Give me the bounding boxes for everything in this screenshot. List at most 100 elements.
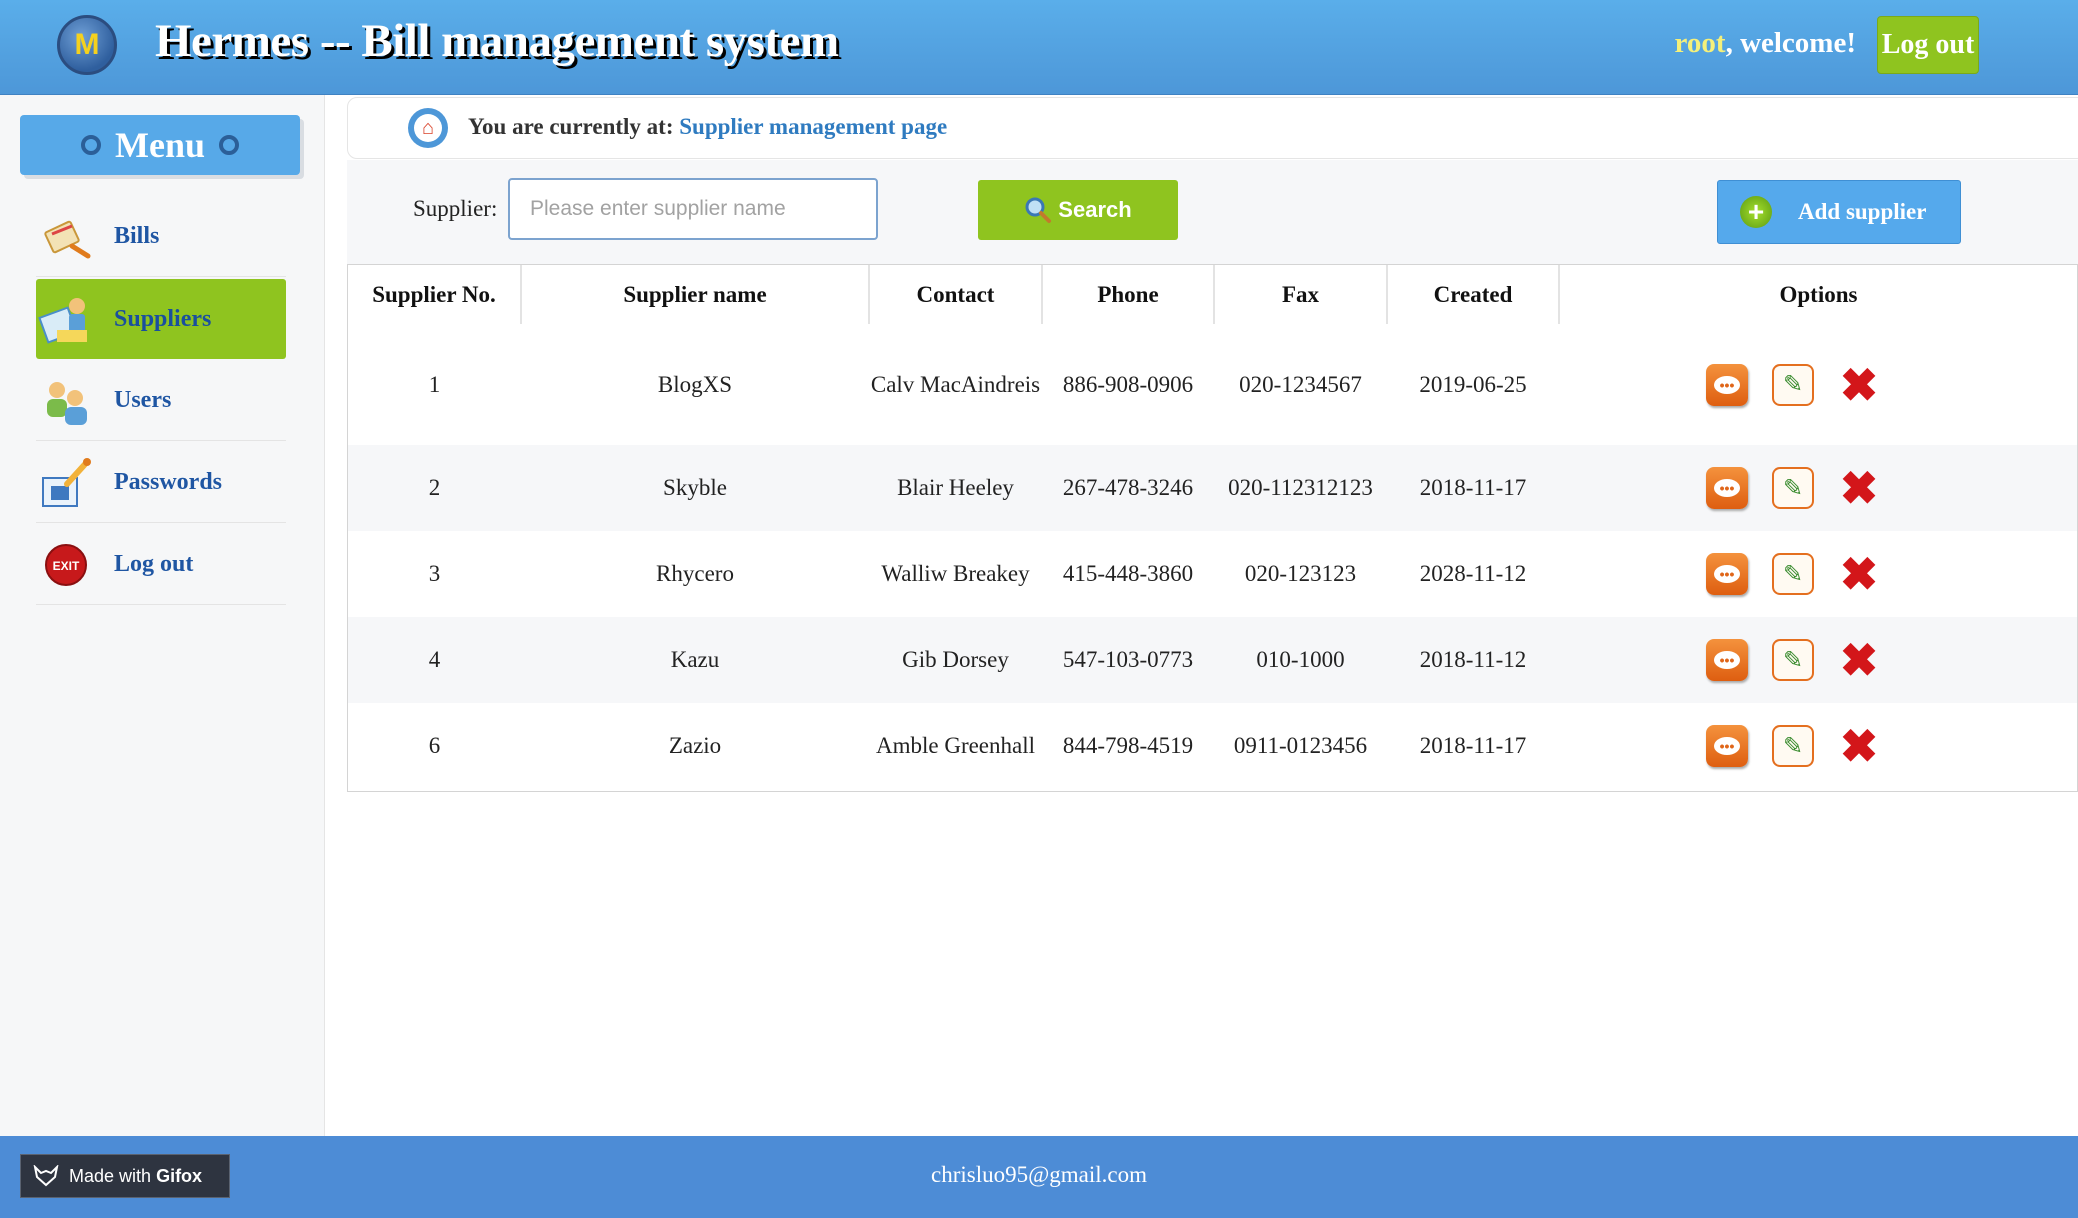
column-header: Contact: [869, 265, 1043, 324]
passwords-icon: [36, 453, 96, 513]
column-header: Supplier No.: [348, 265, 522, 324]
sidebar-item-label: Passwords: [114, 469, 223, 495]
supplier-no-cell: 2: [348, 445, 521, 531]
breadcrumb-prefix: You are currently at:: [468, 114, 674, 139]
edit-button[interactable]: ✎: [1772, 467, 1814, 509]
phone-cell: 886-908-0906: [1042, 324, 1214, 445]
sidebar-item-label: Log out: [114, 551, 194, 577]
sidebar-item-users[interactable]: Users: [36, 361, 286, 441]
sidebar-item-label: Users: [114, 387, 172, 413]
options-cell: ••• ✎ ✖: [1559, 531, 2077, 617]
view-button[interactable]: •••: [1706, 467, 1748, 509]
delete-button[interactable]: ✖: [1838, 634, 1880, 686]
add-supplier-label: Add supplier: [1798, 199, 1927, 224]
row-actions: ••• ✎ ✖: [1559, 548, 2077, 600]
column-header: Options: [1559, 265, 2077, 324]
delete-button[interactable]: ✖: [1838, 720, 1880, 772]
pencil-icon: ✎: [1782, 733, 1804, 760]
view-button[interactable]: •••: [1706, 553, 1748, 595]
menu-dot-left: [81, 135, 101, 155]
search-button[interactable]: Search: [978, 180, 1178, 240]
app-logo: M: [57, 15, 117, 75]
app-title: Hermes -- Bill management system: [155, 15, 839, 67]
fax-cell: 020-112312123: [1214, 445, 1387, 531]
fax-cell: 0911-0123456: [1214, 703, 1387, 789]
delete-button[interactable]: ✖: [1838, 462, 1880, 514]
created-cell: 2018-11-17: [1387, 703, 1559, 789]
column-header: Phone: [1042, 265, 1215, 324]
delete-button[interactable]: ✖: [1838, 358, 1880, 411]
fax-cell: 020-123123: [1214, 531, 1387, 617]
edit-button[interactable]: ✎: [1772, 639, 1814, 681]
pencil-icon: ✎: [1782, 647, 1804, 674]
pencil-icon: ✎: [1782, 561, 1804, 588]
supplier-name-cell: BlogXS: [521, 324, 869, 445]
chat-bubble-icon: •••: [1714, 737, 1740, 755]
menu-title: Menu: [115, 125, 205, 165]
supplier-name-cell: Zazio: [521, 703, 869, 789]
add-supplier-button[interactable]: + Add supplier: [1717, 180, 1961, 244]
column-header: Supplier name: [521, 265, 870, 324]
table-row: 1 BlogXS Calv MacAindreis 886-908-0906 020-1…: [348, 324, 2077, 445]
supplier-table: Supplier No. Supplier name Contact Phone…: [347, 264, 2078, 792]
supplier-name-cell: Rhycero: [521, 531, 869, 617]
plus-icon: +: [1740, 196, 1772, 228]
supplier-search-label: Supplier:: [413, 196, 498, 221]
table-row: 4 Kazu Gib Dorsey 547-103-0773 010-1000 2018-…: [348, 617, 2077, 703]
sidebar-item-label: Bills: [114, 223, 160, 249]
row-actions: ••• ✎ ✖: [1559, 634, 2077, 686]
options-cell: ••• ✎ ✖: [1559, 445, 2077, 531]
search-button-label: Search: [1058, 197, 1132, 222]
sidebar-item-suppliers[interactable]: Suppliers: [36, 279, 286, 359]
table-row: 3 Rhycero Walliw Breakey 415-448-3860 020-12…: [348, 531, 2077, 617]
supplier-name-cell: Kazu: [521, 617, 869, 703]
exit-icon: EXIT: [36, 535, 96, 595]
delete-x-icon: ✖: [1839, 548, 1879, 600]
phone-cell: 267-478-3246: [1042, 445, 1214, 531]
contact-cell: Walliw Breakey: [869, 531, 1042, 617]
delete-x-icon: ✖: [1839, 462, 1879, 514]
chat-bubble-icon: •••: [1714, 565, 1740, 583]
view-button[interactable]: •••: [1706, 639, 1748, 681]
view-button[interactable]: •••: [1706, 363, 1748, 406]
row-actions: ••• ✎ ✖: [1559, 720, 2077, 772]
home-icon[interactable]: ⌂: [408, 108, 448, 148]
breadcrumb-text: You are currently at: Supplier managemen…: [468, 114, 947, 140]
pencil-icon: ✎: [1782, 475, 1804, 502]
fax-cell: 020-1234567: [1214, 324, 1387, 445]
sidebar-item-bills[interactable]: Bills: [36, 197, 286, 277]
suppliers-icon: [36, 289, 96, 349]
users-icon: [36, 371, 96, 431]
phone-cell: 415-448-3860: [1042, 531, 1214, 617]
breadcrumb-current-page[interactable]: Supplier management page: [679, 114, 947, 139]
column-header: Created: [1387, 265, 1560, 324]
edit-button[interactable]: ✎: [1772, 363, 1814, 406]
phone-cell: 844-798-4519: [1042, 703, 1214, 789]
delete-x-icon: ✖: [1839, 634, 1879, 686]
edit-button[interactable]: ✎: [1772, 725, 1814, 767]
fax-cell: 010-1000: [1214, 617, 1387, 703]
created-cell: 2019-06-25: [1387, 324, 1559, 445]
header-logout-button[interactable]: Log out: [1877, 16, 1979, 74]
supplier-search-input[interactable]: [508, 178, 878, 240]
supplier-no-cell: 3: [348, 531, 521, 617]
contact-cell: Amble Greenhall: [869, 703, 1042, 789]
sidebar-item-logout[interactable]: EXIT Log out: [36, 525, 286, 605]
contact-cell: Blair Heeley: [869, 445, 1042, 531]
svg-text:EXIT: EXIT: [53, 559, 80, 573]
app-header: M Hermes -- Bill management system root,…: [0, 0, 2078, 95]
sidebar-item-passwords[interactable]: Passwords: [36, 443, 286, 523]
row-actions: ••• ✎ ✖: [1559, 358, 2077, 411]
delete-button[interactable]: ✖: [1838, 548, 1880, 600]
phone-cell: 547-103-0773: [1042, 617, 1214, 703]
welcome-text: root, welcome!: [1675, 27, 1856, 60]
view-button[interactable]: •••: [1706, 725, 1748, 767]
chat-bubble-icon: •••: [1714, 479, 1740, 497]
chat-bubble-icon: •••: [1714, 651, 1740, 669]
contact-cell: Calv MacAindreis: [869, 324, 1042, 445]
edit-button[interactable]: ✎: [1772, 553, 1814, 595]
created-cell: 2018-11-12: [1387, 617, 1559, 703]
delete-x-icon: ✖: [1839, 358, 1879, 411]
delete-x-icon: ✖: [1839, 720, 1879, 772]
footer-email: chrisluo95@gmail.com: [930, 1162, 1147, 1187]
